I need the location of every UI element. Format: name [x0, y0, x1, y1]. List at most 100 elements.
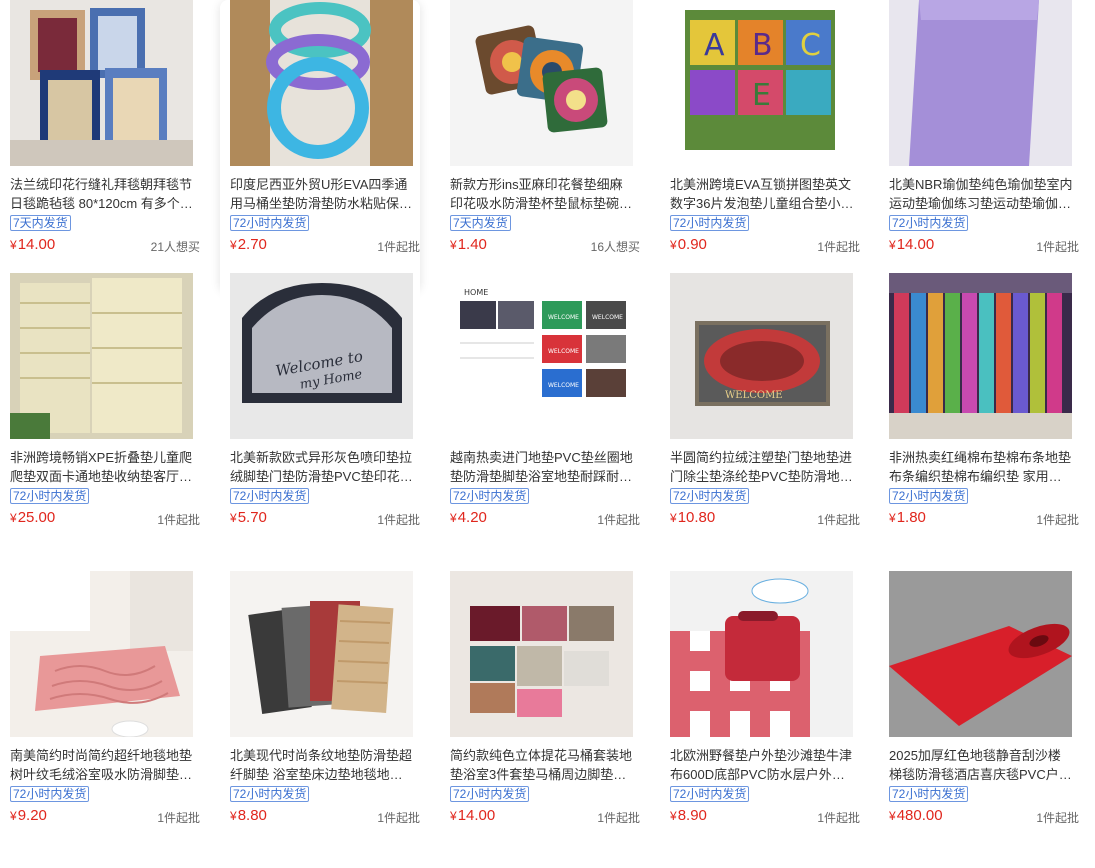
product-card[interactable]: WELCOME 半圆简约拉绒注塑垫门垫地垫进门除尘垫涤纶垫PVC垫防滑地… 72小时… [660, 273, 860, 563]
product-card[interactable]: 2025加厚红色地毯静音刮沙楼梯毯防滑毯酒店喜庆毯PVC户外… 72小时内发货 ¥4… [879, 571, 1079, 861]
delivery-badge: 7天内发货 [450, 215, 511, 231]
welcome-door-mat-image[interactable]: Welcome to my Home [230, 273, 413, 439]
product-card[interactable]: 非洲热卖红绳棉布垫棉布条地垫布条编织垫棉布编织垫 家用垫… 72小时内发货 ¥1.8… [879, 273, 1079, 563]
yoga-mat-image[interactable] [889, 0, 1072, 166]
product-card[interactable]: 北美NBR瑜伽垫纯色瑜伽垫室内运动垫瑜伽练习垫运动垫瑜伽… 72小时内发货 ¥14.… [879, 0, 1079, 290]
product-title[interactable]: 2025加厚红色地毯静音刮沙楼梯毯防滑毯酒店喜庆毯PVC户外… [889, 746, 1073, 784]
folding-play-mat-image[interactable] [10, 273, 193, 439]
sales-info: 1件起批 [1036, 240, 1079, 254]
product-card[interactable]: 南美简约时尚简约超纤地毯地垫树叶纹毛绒浴室吸水防滑脚垫 … 72小时内发货 ¥9.2… [0, 571, 200, 861]
svg-text:WELCOME: WELCOME [548, 314, 579, 321]
price-amount: 0.90 [677, 236, 707, 253]
sales-info: 1件起批 [817, 811, 860, 825]
product-card[interactable]: 北美现代时尚条纹地垫防滑垫超纤脚垫 浴室垫床边垫地毯地垫… 72小时内发货 ¥8.8… [220, 571, 420, 861]
product-card[interactable]: 简约款纯色立体提花马桶套装地垫浴室3件套垫马桶周边脚垫脚… 72小时内发货 ¥14.… [440, 571, 640, 861]
product-title[interactable]: 北美新款欧式异形灰色喷印垫拉绒脚垫门垫防滑垫PVC垫印花… [230, 448, 414, 486]
product-title[interactable]: 北欧洲野餐垫户外垫沙滩垫牛津布600D底部PVC防水层户外坐… [670, 746, 854, 784]
delivery-badge: 7天内发货 [10, 215, 71, 231]
delivery-badge: 72小时内发货 [230, 215, 310, 231]
product-price: ¥25.00 [10, 509, 55, 526]
product-price: ¥14.00 [450, 807, 495, 824]
product-title[interactable]: 法兰绒印花行缝礼拜毯朝拜毯节日毯跪毡毯 80*120cm 有多个… [10, 175, 194, 213]
eva-puzzle-mat-image[interactable]: A B C E [670, 0, 853, 166]
prayer-rug-stack-image[interactable] [10, 0, 193, 166]
pink-bath-mat-image[interactable] [10, 571, 193, 737]
product-price: ¥480.00 [889, 807, 943, 824]
product-title[interactable]: 北美现代时尚条纹地垫防滑垫超纤脚垫 浴室垫床边垫地毯地垫… [230, 746, 414, 784]
currency-symbol: ¥ [670, 809, 677, 823]
toilet-seat-cover-image[interactable] [230, 0, 413, 166]
pvc-coil-mat-image[interactable]: HOME WELCOME WELCOME WELCOME WELCOME [450, 273, 633, 439]
delivery-badge: 72小时内发货 [670, 786, 750, 802]
product-title[interactable]: 南美简约时尚简约超纤地毯地垫树叶纹毛绒浴室吸水防滑脚垫 … [10, 746, 194, 784]
product-price: ¥14.00 [889, 236, 934, 253]
sales-info: 1件起批 [377, 240, 420, 254]
currency-symbol: ¥ [670, 238, 677, 252]
sales-info: 16人想买 [590, 240, 640, 254]
delivery-badge: 72小时内发货 [670, 215, 750, 231]
price-amount: 1.80 [896, 509, 926, 526]
currency-symbol: ¥ [889, 238, 896, 252]
product-card[interactable]: 非洲跨境畅销XPE折叠垫儿童爬爬垫双面卡通地垫收纳垫客厅… 72小时内发货 ¥25.… [0, 273, 200, 563]
sales-info: 1件起批 [817, 513, 860, 527]
product-price: ¥8.90 [670, 807, 707, 824]
sales-info: 1件起批 [157, 811, 200, 825]
price-amount: 5.70 [237, 509, 267, 526]
price-amount: 9.20 [17, 807, 47, 824]
product-title[interactable]: 非洲跨境畅销XPE折叠垫儿童爬爬垫双面卡通地垫收纳垫客厅… [10, 448, 194, 486]
product-card[interactable]: Welcome to my Home 北美新款欧式异形灰色喷印垫拉绒脚垫门垫防滑垫… [220, 273, 420, 563]
product-title[interactable]: 北美洲跨境EVA互锁拼图垫英文数字36片发泡垫儿童组合垫小… [670, 175, 854, 213]
sales-info: 1件起批 [377, 513, 420, 527]
price-amount: 25.00 [17, 509, 56, 526]
sales-info: 1件起批 [817, 240, 860, 254]
cotton-rag-rug-image[interactable] [889, 273, 1072, 439]
product-title[interactable]: 印度尼西亚外贸U形EVA四季通用马桶坐垫防滑垫防水粘贴保… [230, 175, 414, 213]
product-title[interactable]: 越南热卖进门地垫PVC垫丝圈地垫防滑垫脚垫浴室地垫耐踩耐… [450, 448, 634, 486]
currency-symbol: ¥ [230, 238, 237, 252]
product-card[interactable]: HOME WELCOME WELCOME WELCOME WELCOME 越南热… [440, 273, 640, 563]
sales-info: 21人想买 [150, 240, 200, 254]
currency-symbol: ¥ [670, 511, 677, 525]
sales-info: 1件起批 [157, 513, 200, 527]
product-price: ¥5.70 [230, 509, 267, 526]
currency-symbol: ¥ [889, 511, 896, 525]
red-welcome-mat-image[interactable]: WELCOME [670, 273, 853, 439]
delivery-badge: 72小时内发货 [889, 488, 969, 504]
product-title[interactable]: 半圆简约拉绒注塑垫门垫地垫进门除尘垫涤纶垫PVC垫防滑地… [670, 448, 854, 486]
printed-placemat-image[interactable] [450, 0, 633, 166]
product-title[interactable]: 新款方形ins亚麻印花餐垫细麻印花吸水防滑垫杯垫鼠标垫碗垫… [450, 175, 634, 213]
price-amount: 8.80 [237, 807, 267, 824]
product-card[interactable]: 北欧洲野餐垫户外垫沙滩垫牛津布600D底部PVC防水层户外坐… 72小时内发货 ¥8… [660, 571, 860, 861]
currency-symbol: ¥ [10, 238, 17, 252]
product-grid: 法兰绒印花行缝礼拜毯朝拜毯节日毯跪毡毯 80*120cm 有多个… 7天内发货 ¥1… [0, 0, 1095, 868]
product-price: ¥4.20 [450, 509, 487, 526]
product-card[interactable]: 法兰绒印花行缝礼拜毯朝拜毯节日毯跪毡毯 80*120cm 有多个… 7天内发货 ¥1… [0, 0, 200, 290]
red-carpet-roll-image[interactable] [889, 571, 1072, 737]
striped-mat-image[interactable] [230, 571, 413, 737]
currency-symbol: ¥ [889, 809, 896, 823]
delivery-badge: 72小时内发货 [450, 488, 530, 504]
product-price: ¥8.80 [230, 807, 267, 824]
svg-text:B: B [752, 28, 773, 63]
currency-symbol: ¥ [450, 511, 457, 525]
sales-info: 1件起批 [377, 811, 420, 825]
product-title[interactable]: 北美NBR瑜伽垫纯色瑜伽垫室内运动垫瑜伽练习垫运动垫瑜伽… [889, 175, 1073, 213]
product-card[interactable]: A B C E 北美洲跨境EVA互锁拼图垫英文数字36片发泡垫儿童组合垫小… 72小… [660, 0, 860, 290]
price-amount: 1.40 [457, 236, 487, 253]
sales-info: 1件起批 [1036, 811, 1079, 825]
product-title[interactable]: 非洲热卖红绳棉布垫棉布条地垫布条编织垫棉布编织垫 家用垫… [889, 448, 1073, 486]
picnic-mat-image[interactable] [670, 571, 853, 737]
delivery-badge: 72小时内发货 [670, 488, 750, 504]
bath-mat-set-image[interactable] [450, 571, 633, 737]
delivery-badge: 72小时内发货 [10, 786, 90, 802]
currency-symbol: ¥ [10, 511, 17, 525]
svg-text:C: C [800, 28, 821, 63]
product-card[interactable]: 新款方形ins亚麻印花餐垫细麻印花吸水防滑垫杯垫鼠标垫碗垫… 7天内发货 ¥1.40… [440, 0, 640, 290]
product-card[interactable]: 印度尼西亚外贸U形EVA四季通用马桶坐垫防滑垫防水粘贴保… 72小时内发货 ¥2.7… [220, 0, 420, 290]
product-price: ¥9.20 [10, 807, 47, 824]
price-amount: 2.70 [237, 236, 267, 253]
svg-text:HOME: HOME [464, 288, 488, 297]
product-title[interactable]: 简约款纯色立体提花马桶套装地垫浴室3件套垫马桶周边脚垫脚… [450, 746, 634, 784]
svg-text:WELCOME: WELCOME [548, 348, 579, 355]
svg-text:A: A [704, 28, 725, 63]
